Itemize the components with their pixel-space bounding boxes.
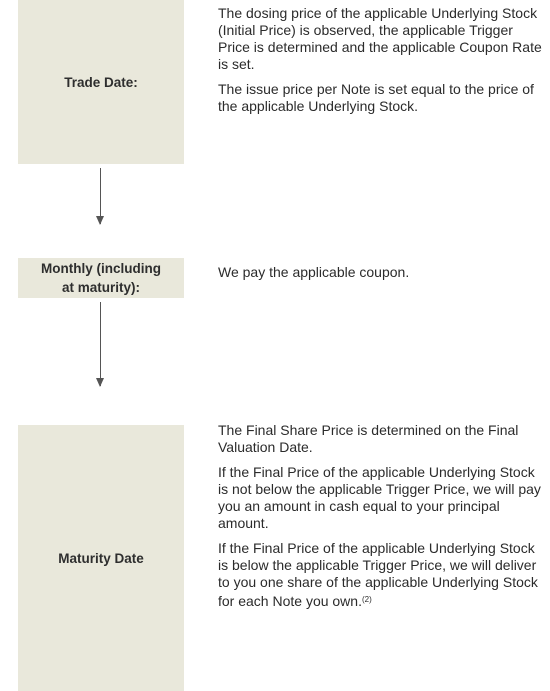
description-paragraph: The Final Share Price is determined on t… xyxy=(218,422,519,455)
step-box-trade-date: Trade Date: xyxy=(18,0,184,164)
step-description-trade-date: The dosing price of the applicable Under… xyxy=(218,5,548,123)
step-description-monthly: We pay the applicable coupon. xyxy=(218,264,548,289)
description-paragraph: The dosing price of the applicable Under… xyxy=(218,5,542,72)
down-arrow-icon xyxy=(96,302,104,387)
step-label-monthly-line1: Monthly (including xyxy=(41,261,161,276)
step-description-maturity-date: The Final Share Price is determined on t… xyxy=(218,422,548,618)
description-paragraph: We pay the applicable coupon. xyxy=(218,264,410,280)
step-label-monthly: Monthly (including at maturity): xyxy=(41,259,161,297)
step-label-monthly-line2: at maturity): xyxy=(61,280,140,295)
description-paragraph: If the Final Price of the applicable Und… xyxy=(218,540,538,609)
step-label-maturity-date: Maturity Date xyxy=(58,550,144,566)
description-paragraph: If the Final Price of the applicable Und… xyxy=(218,464,541,531)
step-label-trade-date: Trade Date: xyxy=(64,74,138,90)
description-paragraph: The issue price per Note is set equal to… xyxy=(218,81,534,114)
step-box-monthly: Monthly (including at maturity): xyxy=(18,258,184,298)
description-paragraph-with-footnote: If the Final Price of the applicable Und… xyxy=(218,540,548,610)
down-arrow-icon xyxy=(96,168,104,225)
step-box-maturity-date: Maturity Date xyxy=(18,425,184,691)
footnote-marker: (2) xyxy=(361,595,372,604)
